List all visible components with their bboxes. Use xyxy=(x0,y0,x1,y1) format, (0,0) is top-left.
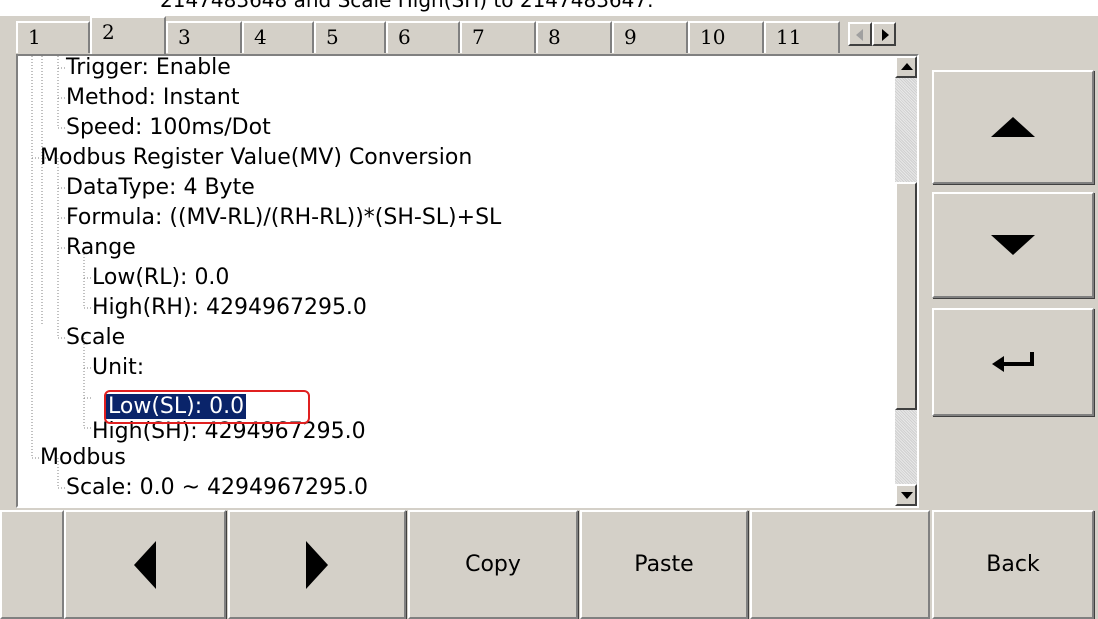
tab-11[interactable]: 11 xyxy=(764,21,840,53)
settings-tree[interactable]: Trigger: Enable Method: Instant Speed: 1… xyxy=(16,54,919,508)
node-label: Speed: 100ms/Dot xyxy=(66,115,271,140)
left-arrow-icon xyxy=(134,540,156,589)
back-label: Back xyxy=(986,552,1040,577)
scroll-down-button[interactable] xyxy=(895,484,917,506)
tree-node[interactable]: Modbus xyxy=(40,443,126,473)
tree-node[interactable]: Modbus Register Value(MV) Conversion xyxy=(40,143,472,173)
tree-node[interactable]: Trigger: Enable xyxy=(66,55,231,83)
bottom-spacer-left xyxy=(0,510,64,619)
tab-label: 9 xyxy=(624,25,637,49)
up-arrow-icon xyxy=(991,117,1035,137)
next-button[interactable] xyxy=(228,510,406,619)
tree-node[interactable]: Speed: 100ms/Dot xyxy=(66,113,271,143)
tab-6[interactable]: 6 xyxy=(386,21,460,53)
tree-node[interactable]: High(RH): 4294967295.0 xyxy=(92,293,367,323)
selection-highlight-box xyxy=(104,390,310,424)
tree-node[interactable]: Low(RL): 0.0 xyxy=(92,263,229,293)
scroll-down-icon xyxy=(901,492,913,499)
tab-label: 1 xyxy=(28,25,41,49)
tab-9[interactable]: 9 xyxy=(612,21,688,53)
tab-2[interactable]: 2 xyxy=(90,16,166,54)
scroll-up-icon xyxy=(901,63,913,70)
paste-label: Paste xyxy=(634,552,694,577)
tab-4[interactable]: 4 xyxy=(242,21,314,53)
node-label: Scale xyxy=(66,325,126,350)
node-label: Trigger: Enable xyxy=(66,55,231,80)
bottom-spacer-right xyxy=(750,510,930,619)
tree-node[interactable]: Scale: 0.0 ~ 4294967295.0 xyxy=(66,473,368,503)
right-arrow-icon xyxy=(306,540,328,589)
tree-node[interactable]: Range xyxy=(66,233,136,263)
tree-node[interactable]: Method: Instant xyxy=(66,83,240,113)
copy-button[interactable]: Copy xyxy=(408,510,578,619)
tab-strip: 1 2 3 4 5 6 7 8 9 10 11 xyxy=(16,16,919,54)
node-label: Method: Instant xyxy=(66,85,240,110)
paste-button[interactable]: Paste xyxy=(580,510,748,619)
node-label: DataType: 4 Byte xyxy=(66,175,255,200)
up-button[interactable] xyxy=(932,70,1094,184)
prev-button[interactable] xyxy=(64,510,226,619)
tree-scrollbar[interactable] xyxy=(895,56,917,506)
node-label: Modbus xyxy=(40,445,126,470)
tab-label: 6 xyxy=(398,25,411,49)
enter-button[interactable] xyxy=(932,308,1094,416)
tree-node[interactable]: Scale xyxy=(66,323,125,353)
tree-node[interactable]: DataType: 4 Byte xyxy=(66,173,255,203)
tab-10[interactable]: 10 xyxy=(688,21,764,53)
tab-scroll-right-button[interactable] xyxy=(872,22,896,46)
tab-label: 2 xyxy=(102,20,115,44)
down-button[interactable] xyxy=(932,192,1094,298)
tab-label: 11 xyxy=(776,25,802,49)
caption-text: 2147483648 and Scale High(SH) to 2147483… xyxy=(160,0,654,12)
tree-node[interactable]: Unit: xyxy=(92,353,144,383)
node-label: Low(RL): 0.0 xyxy=(92,265,230,290)
tab-5[interactable]: 5 xyxy=(314,21,386,53)
tab-scroll-right-icon xyxy=(882,29,889,41)
tab-label: 10 xyxy=(700,25,726,49)
node-label: Scale: 0.0 ~ 4294967295.0 xyxy=(66,475,368,500)
down-arrow-icon xyxy=(991,235,1035,255)
enter-icon xyxy=(992,352,1034,372)
scroll-thumb[interactable] xyxy=(895,182,917,410)
node-label: Formula: ((MV-RL)/(RH-RL))*(SH-SL)+SL xyxy=(66,205,502,230)
tab-label: 4 xyxy=(254,25,267,49)
node-label: Unit: xyxy=(92,355,145,380)
copy-label: Copy xyxy=(465,552,521,577)
tab-label: 3 xyxy=(178,25,191,49)
tab-label: 5 xyxy=(326,25,339,49)
node-label: Range xyxy=(66,235,136,260)
tab-scroll-left-icon xyxy=(856,29,863,41)
tab-label: 8 xyxy=(548,25,561,49)
tab-label: 7 xyxy=(472,25,485,49)
tab-scroll-left-button[interactable] xyxy=(848,22,872,46)
scroll-up-button[interactable] xyxy=(895,56,917,78)
tab-3[interactable]: 3 xyxy=(166,21,242,53)
tab-8[interactable]: 8 xyxy=(536,21,612,53)
tab-7[interactable]: 7 xyxy=(460,21,536,53)
tab-1[interactable]: 1 xyxy=(16,21,90,53)
node-label: Modbus Register Value(MV) Conversion xyxy=(40,145,473,170)
top-caption: 2147483648 and Scale High(SH) to 2147483… xyxy=(0,0,1098,16)
node-label: High(RH): 4294967295.0 xyxy=(92,295,367,320)
tree-node[interactable]: Formula: ((MV-RL)/(RH-RL))*(SH-SL)+SL xyxy=(66,203,501,233)
back-button[interactable]: Back xyxy=(932,510,1094,619)
